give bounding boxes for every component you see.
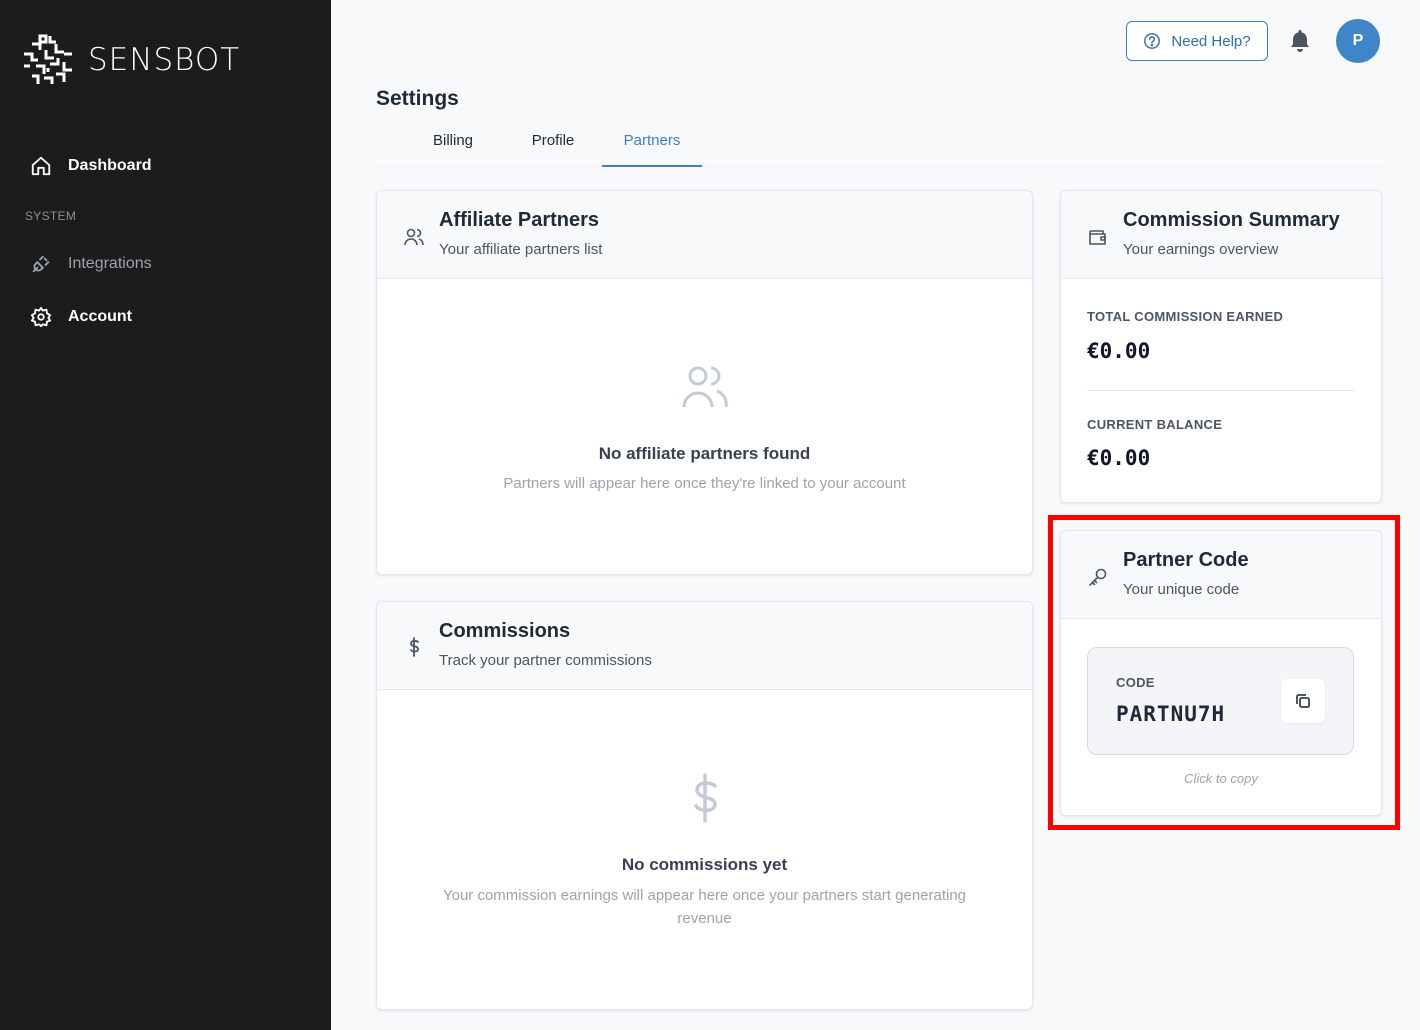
key-icon bbox=[1089, 568, 1107, 586]
settings-tabs: Billing Profile Partners bbox=[376, 122, 1382, 167]
tab-partners[interactable]: Partners bbox=[602, 122, 702, 167]
dollar-empty-icon bbox=[693, 773, 717, 823]
plug-icon bbox=[32, 255, 50, 273]
code-label: CODE bbox=[1116, 675, 1155, 690]
copy-hint: Click to copy bbox=[1184, 771, 1258, 786]
question-circle-icon bbox=[1144, 33, 1161, 49]
users-icon bbox=[404, 228, 424, 246]
sidebar: SENSBOT Dashboard SYSTEM Integrations Ac… bbox=[0, 0, 331, 1030]
sidebar-item-label: Integrations bbox=[68, 255, 152, 272]
sidebar-item-integrations[interactable]: Integrations bbox=[30, 253, 152, 275]
empty-state-text: Partners will appear here once they're l… bbox=[503, 475, 906, 492]
bell-icon[interactable] bbox=[1288, 28, 1312, 54]
total-commission-label: TOTAL COMMISSION EARNED bbox=[1087, 309, 1284, 324]
card-title: Commission Summary bbox=[1123, 209, 1340, 231]
sidebar-section-label: SYSTEM bbox=[25, 209, 77, 223]
gear-icon bbox=[30, 306, 52, 328]
card-header: Partner Code Your unique code bbox=[1061, 531, 1381, 619]
brand-logo[interactable]: SENSBOT bbox=[20, 32, 240, 88]
dollar-icon bbox=[410, 637, 419, 657]
empty-state-title: No affiliate partners found bbox=[598, 444, 811, 463]
card-header: Commission Summary Your earnings overvie… bbox=[1061, 191, 1381, 279]
commission-summary-card: Commission Summary Your earnings overvie… bbox=[1060, 190, 1382, 503]
copy-icon bbox=[1296, 694, 1310, 708]
page-title: Settings bbox=[376, 87, 459, 110]
copy-button[interactable] bbox=[1281, 679, 1325, 723]
commissions-card: Commissions Track your partner commissio… bbox=[376, 601, 1033, 1010]
card-subtitle: Your affiliate partners list bbox=[439, 241, 603, 258]
current-balance-label: CURRENT BALANCE bbox=[1087, 417, 1223, 432]
sidebar-item-label: Account bbox=[68, 308, 132, 325]
empty-state-text: Your commission earnings will appear her… bbox=[442, 887, 967, 927]
card-subtitle: Your earnings overview bbox=[1123, 241, 1279, 258]
tab-billing[interactable]: Billing bbox=[402, 122, 504, 167]
sidebar-item-dashboard[interactable]: Dashboard bbox=[30, 155, 152, 177]
brand-name: SENSBOT bbox=[88, 42, 241, 78]
card-title: Partner Code bbox=[1123, 549, 1249, 571]
sidebar-item-account[interactable]: Account bbox=[30, 306, 132, 328]
divider bbox=[1087, 390, 1355, 391]
total-commission-value: €0.00 bbox=[1087, 339, 1151, 363]
sidebar-item-label: Dashboard bbox=[68, 157, 152, 174]
empty-state-title: No commissions yet bbox=[621, 855, 788, 874]
partner-code-box[interactable]: CODE PARTNU7H bbox=[1087, 647, 1354, 755]
current-balance-value: €0.00 bbox=[1087, 446, 1151, 470]
card-header: Affiliate Partners Your affiliate partne… bbox=[377, 191, 1032, 279]
card-title: Commissions bbox=[439, 620, 571, 642]
card-header: Commissions Track your partner commissio… bbox=[377, 602, 1032, 690]
need-help-label: Need Help? bbox=[1171, 32, 1251, 50]
partner-code-value[interactable]: PARTNU7H bbox=[1116, 702, 1225, 726]
need-help-button[interactable]: Need Help? bbox=[1126, 21, 1268, 61]
users-empty-icon bbox=[682, 366, 728, 408]
affiliate-partners-card: Affiliate Partners Your affiliate partne… bbox=[376, 190, 1033, 575]
partner-code-card: Partner Code Your unique code CODE PARTN… bbox=[1060, 530, 1382, 816]
tab-profile[interactable]: Profile bbox=[502, 122, 604, 167]
avatar[interactable]: P bbox=[1336, 19, 1380, 63]
home-icon bbox=[31, 156, 51, 176]
card-subtitle: Track your partner commissions bbox=[439, 652, 652, 669]
sensbot-logo-icon bbox=[24, 34, 72, 84]
card-title: Affiliate Partners bbox=[439, 209, 600, 231]
card-subtitle: Your unique code bbox=[1123, 581, 1240, 598]
wallet-icon bbox=[1089, 230, 1106, 245]
